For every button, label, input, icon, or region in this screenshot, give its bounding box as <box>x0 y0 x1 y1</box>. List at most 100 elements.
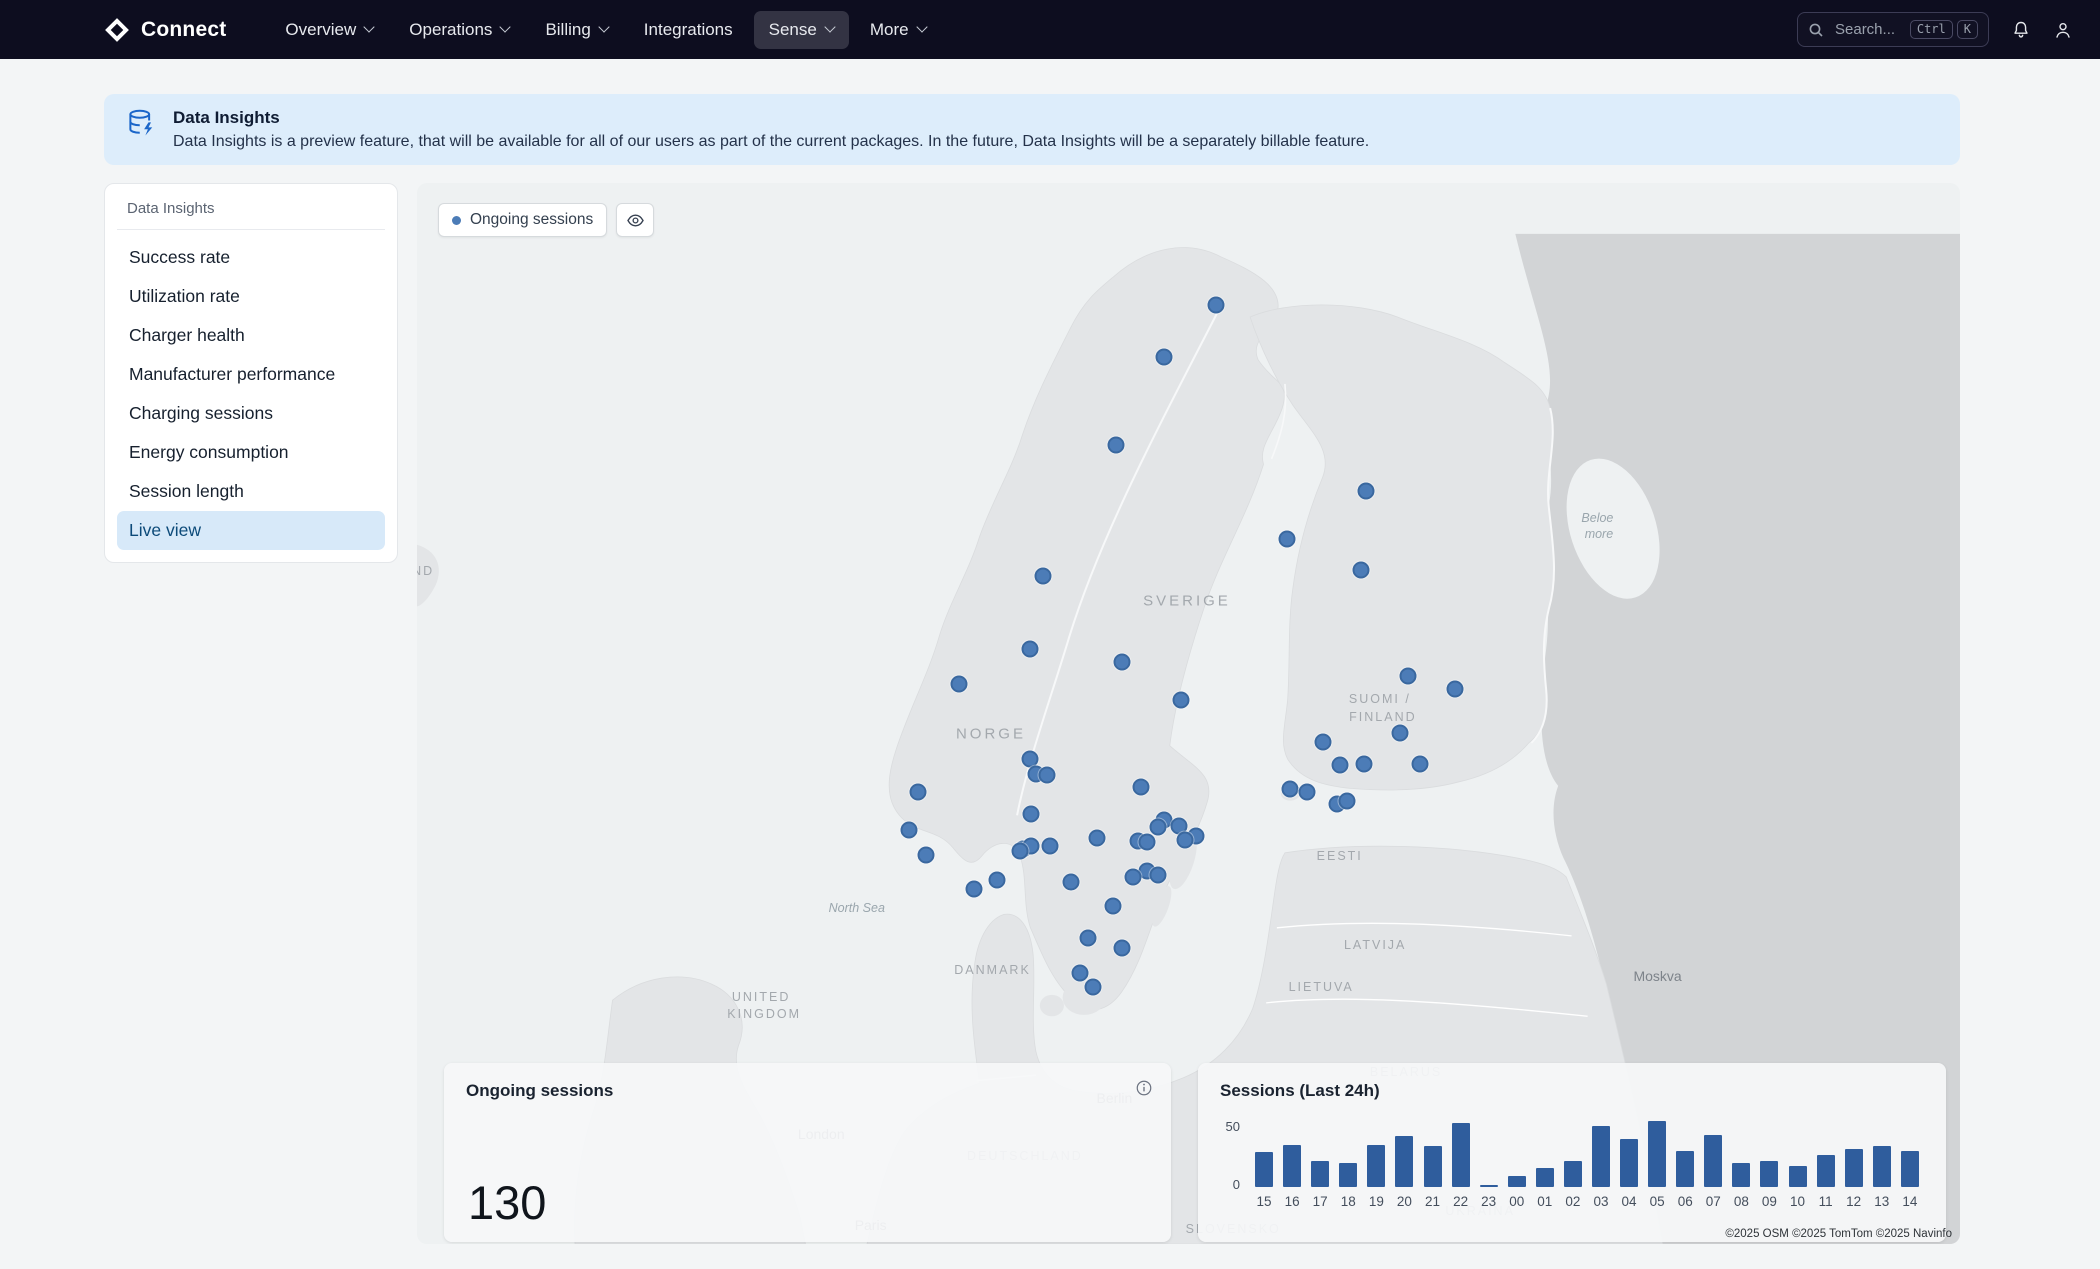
search-input[interactable] <box>1833 20 1901 39</box>
session-marker[interactable] <box>1177 831 1194 848</box>
bar-08 <box>1732 1163 1750 1187</box>
bar-column <box>1727 1163 1755 1187</box>
session-marker[interactable] <box>1411 756 1428 773</box>
session-marker[interactable] <box>1124 868 1141 885</box>
session-marker[interactable] <box>910 784 927 801</box>
session-marker[interactable] <box>1149 866 1166 883</box>
session-marker[interactable] <box>1399 668 1416 685</box>
nav-item-integrations[interactable]: Integrations <box>629 11 748 49</box>
session-marker[interactable] <box>1038 767 1055 784</box>
brand-name: Connect <box>141 18 226 42</box>
session-marker[interactable] <box>901 822 918 839</box>
session-marker[interactable] <box>1331 757 1348 774</box>
session-marker[interactable] <box>1299 784 1316 801</box>
nav-right: CtrlK <box>1797 12 2073 47</box>
sidebar-title: Data Insights <box>117 198 385 230</box>
session-marker[interactable] <box>1391 724 1408 741</box>
x-tick-label: 23 <box>1475 1194 1503 1209</box>
bar-21 <box>1424 1146 1442 1187</box>
x-tick-label: 15 <box>1250 1194 1278 1209</box>
nav-item-billing[interactable]: Billing <box>530 11 622 49</box>
user-menu-button[interactable] <box>2053 20 2073 40</box>
bar-column <box>1418 1146 1446 1187</box>
bar-10 <box>1789 1166 1807 1187</box>
session-marker[interactable] <box>1138 833 1155 850</box>
session-marker[interactable] <box>1114 653 1131 670</box>
bar-column <box>1306 1161 1334 1187</box>
chart-bars <box>1250 1117 1924 1187</box>
session-marker[interactable] <box>1279 531 1296 548</box>
sidebar-item-manufacturer-performance[interactable]: Manufacturer performance <box>117 355 385 394</box>
nav-item-more[interactable]: More <box>855 11 941 49</box>
session-marker[interactable] <box>989 872 1006 889</box>
session-marker[interactable] <box>1149 819 1166 836</box>
bar-18 <box>1339 1163 1357 1187</box>
session-marker[interactable] <box>966 880 983 897</box>
toggle-visibility-button[interactable] <box>616 203 654 237</box>
chart-plot: 1516171819202122230001020304050607080910… <box>1250 1117 1924 1209</box>
search-icon <box>1808 22 1824 38</box>
session-marker[interactable] <box>1023 806 1040 823</box>
bar-03 <box>1592 1126 1610 1187</box>
brand[interactable]: Connect <box>104 17 226 43</box>
session-marker[interactable] <box>1107 437 1124 454</box>
session-marker[interactable] <box>1357 482 1374 499</box>
bar-05 <box>1648 1121 1666 1187</box>
session-marker[interactable] <box>1208 297 1225 314</box>
chart-x-axis: 1516171819202122230001020304050607080910… <box>1250 1194 1924 1209</box>
bar-column <box>1531 1168 1559 1187</box>
session-marker[interactable] <box>1155 349 1172 366</box>
bar-column <box>1559 1161 1587 1187</box>
search-box[interactable]: CtrlK <box>1797 12 1989 47</box>
sidebar-item-charging-sessions[interactable]: Charging sessions <box>117 394 385 433</box>
live-view-map[interactable]: SVERIGENORGESUOMI /FINLANDDANMARKEESTILA… <box>417 183 1960 1244</box>
x-tick-label: 19 <box>1362 1194 1390 1209</box>
nav-item-sense[interactable]: Sense <box>754 11 849 49</box>
x-tick-label: 22 <box>1447 1194 1475 1209</box>
bar-01 <box>1536 1168 1554 1187</box>
kbd-k: K <box>1957 20 1978 39</box>
legend-ongoing-sessions[interactable]: Ongoing sessions <box>438 203 607 237</box>
session-marker[interactable] <box>1012 843 1029 860</box>
bar-column <box>1615 1139 1643 1187</box>
session-marker[interactable] <box>1084 979 1101 996</box>
sidebar-item-session-length[interactable]: Session length <box>117 472 385 511</box>
session-marker[interactable] <box>1021 640 1038 657</box>
sidebar-item-live-view[interactable]: Live view <box>117 511 385 550</box>
sidebar-item-utilization-rate[interactable]: Utilization rate <box>117 277 385 316</box>
session-marker[interactable] <box>1282 780 1299 797</box>
bar-column <box>1334 1163 1362 1187</box>
nav-item-overview[interactable]: Overview <box>270 11 388 49</box>
session-marker[interactable] <box>1132 778 1149 795</box>
session-marker[interactable] <box>1172 691 1189 708</box>
banner-title: Data Insights <box>173 108 1369 128</box>
session-marker[interactable] <box>918 846 935 863</box>
session-marker[interactable] <box>1353 562 1370 579</box>
nav-item-operations[interactable]: Operations <box>394 11 524 49</box>
bar-column <box>1278 1145 1306 1187</box>
session-marker[interactable] <box>1339 792 1356 809</box>
notifications-button[interactable] <box>2011 20 2031 40</box>
info-button[interactable] <box>1135 1079 1153 1102</box>
x-tick-label: 11 <box>1812 1194 1840 1209</box>
session-marker[interactable] <box>1089 829 1106 846</box>
chart-y-axis: 50 0 <box>1220 1117 1250 1187</box>
session-marker[interactable] <box>1041 838 1058 855</box>
session-marker[interactable] <box>1072 965 1089 982</box>
session-marker[interactable] <box>1447 681 1464 698</box>
session-marker[interactable] <box>1114 939 1131 956</box>
sidebar-item-success-rate[interactable]: Success rate <box>117 238 385 277</box>
sidebar-item-charger-health[interactable]: Charger health <box>117 316 385 355</box>
chevron-down-icon <box>916 21 927 32</box>
session-marker[interactable] <box>1314 734 1331 751</box>
session-marker[interactable] <box>1080 930 1097 947</box>
session-marker[interactable] <box>1063 874 1080 891</box>
session-marker[interactable] <box>1035 567 1052 584</box>
session-marker[interactable] <box>1356 756 1373 773</box>
session-marker[interactable] <box>950 675 967 692</box>
bar-04 <box>1620 1139 1638 1187</box>
x-tick-label: 10 <box>1783 1194 1811 1209</box>
bar-09 <box>1760 1161 1778 1187</box>
sidebar-item-energy-consumption[interactable]: Energy consumption <box>117 433 385 472</box>
session-marker[interactable] <box>1104 897 1121 914</box>
